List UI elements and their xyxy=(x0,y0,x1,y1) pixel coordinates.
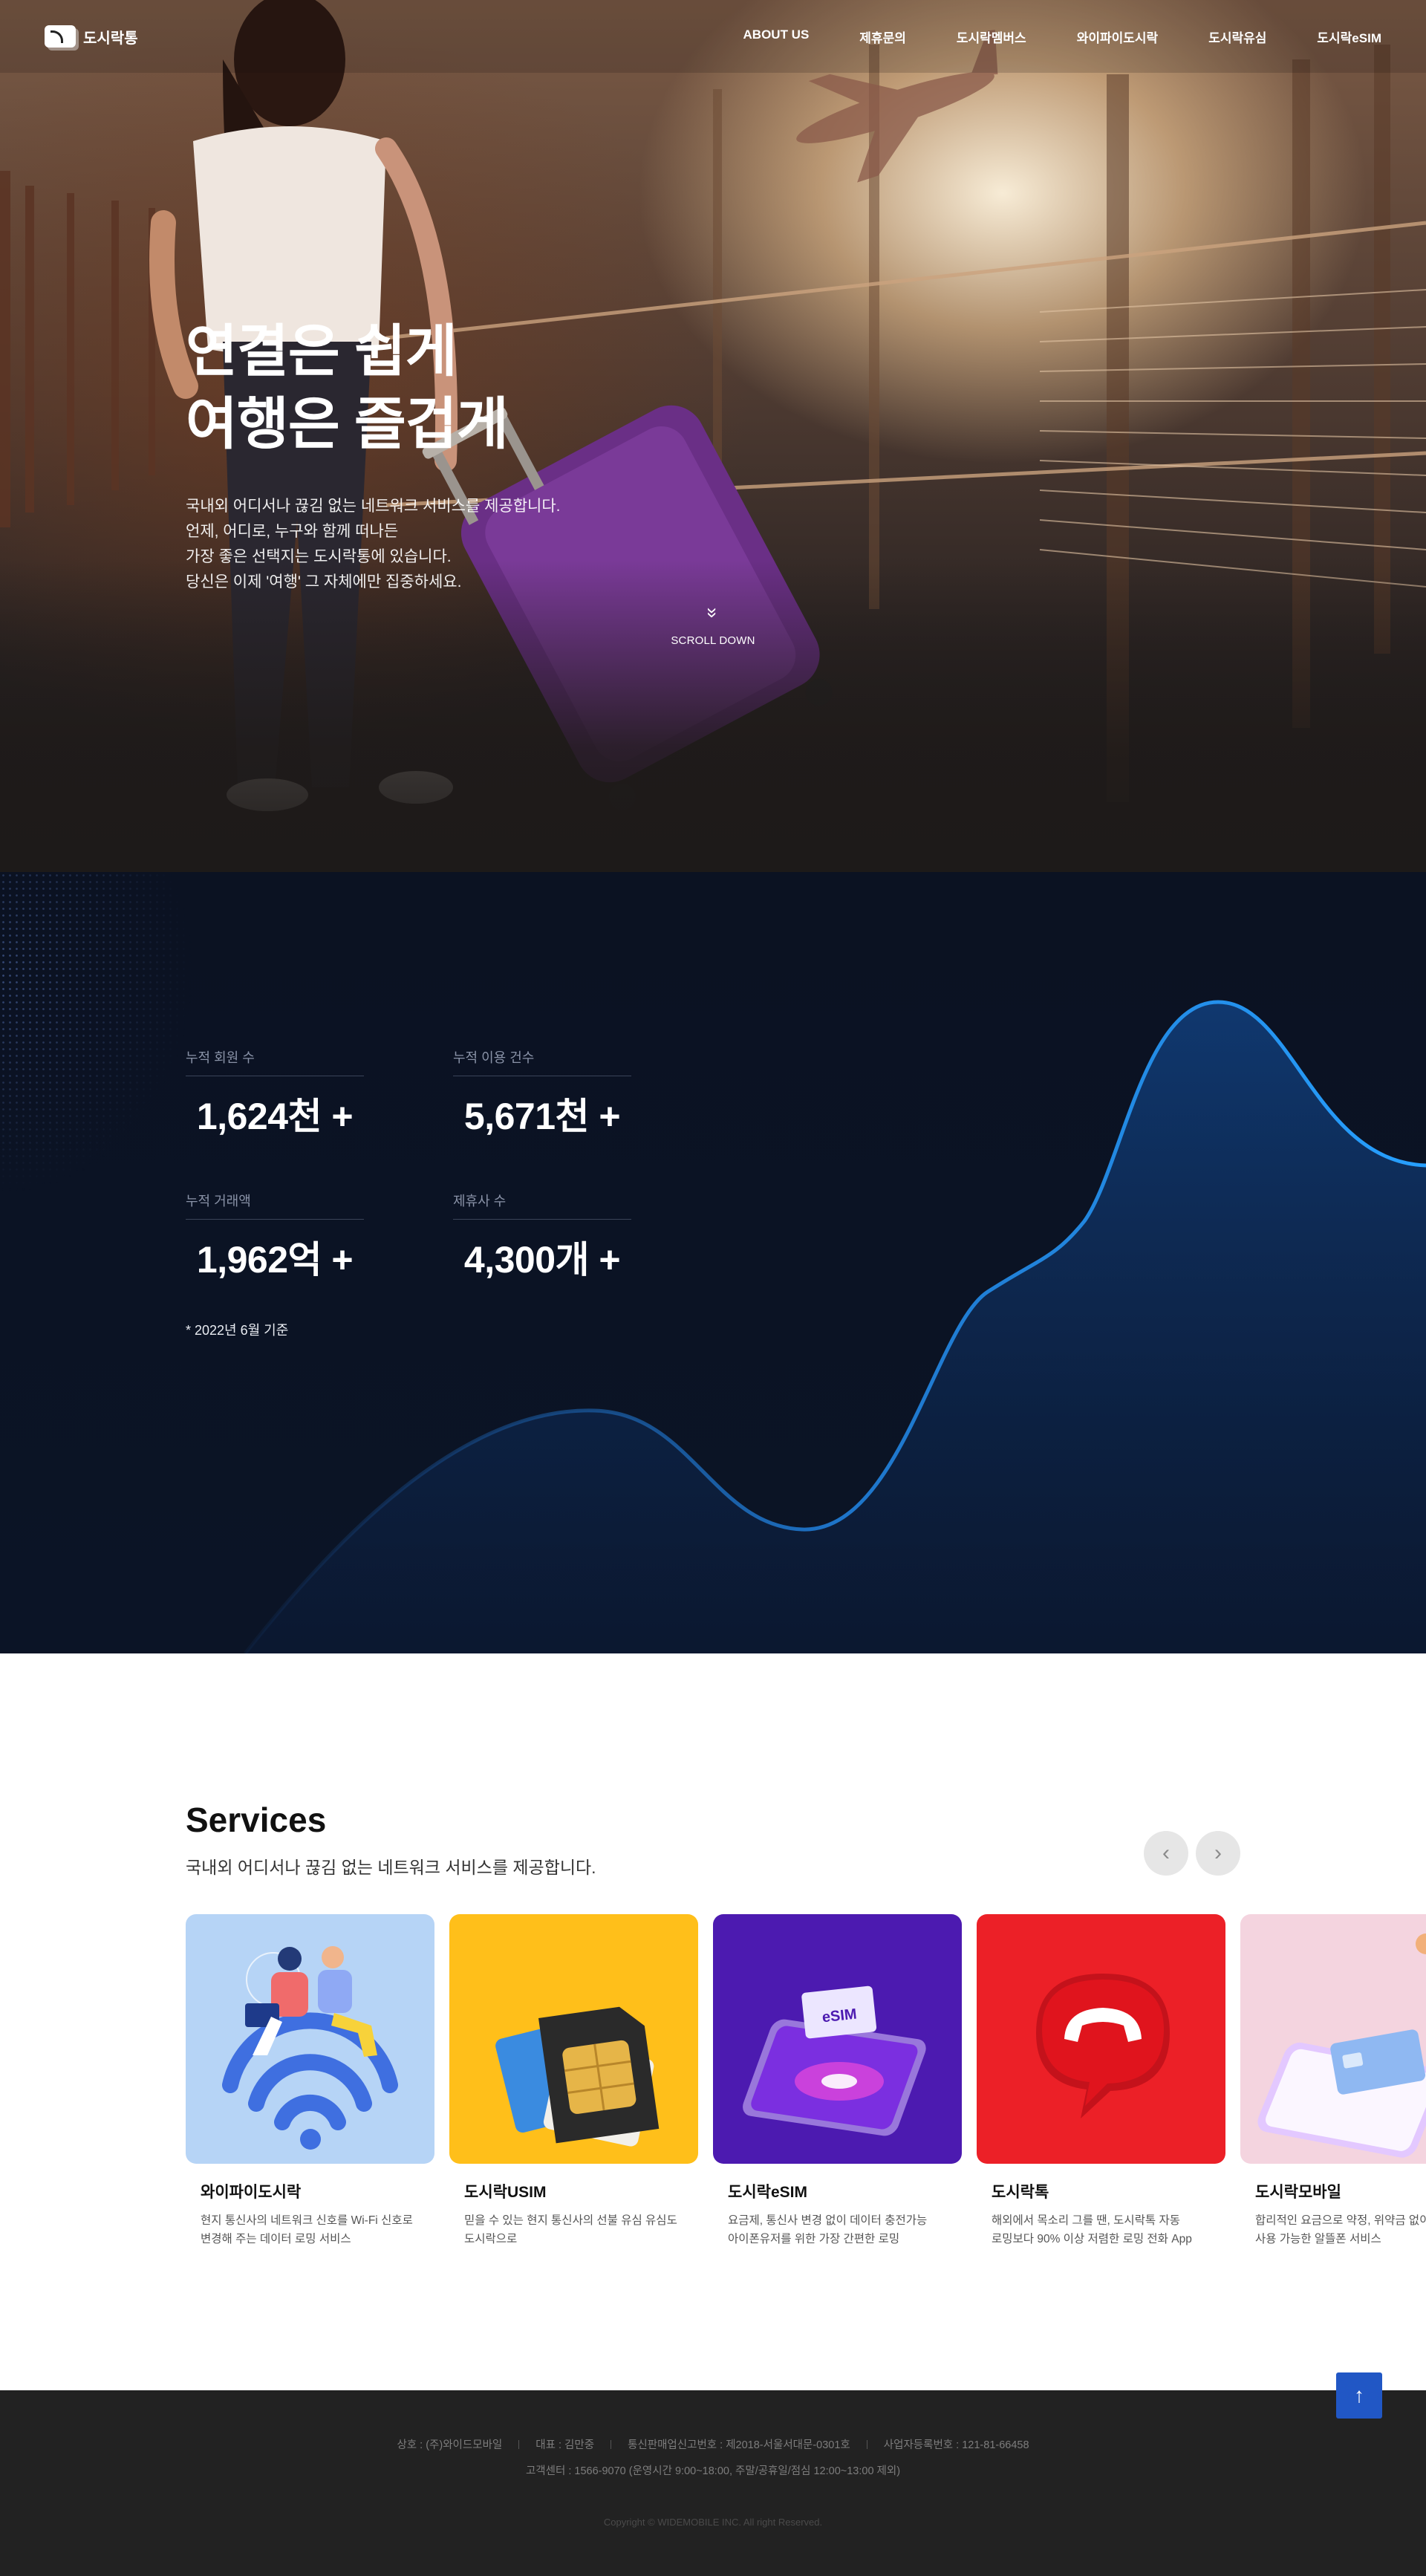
stat-value: 1,962억 + xyxy=(196,1239,354,1281)
service-card-title: 도시락톡 xyxy=(992,2184,1049,2201)
service-card-desc-line: 사용 가능한 알뜰폰 서비스 xyxy=(1255,2233,1381,2245)
service-card-esim[interactable]: eSIM 도시락eSIM 요금제, 통신사 변경 없이 데이터 충전가능 아이폰… xyxy=(713,1914,962,2248)
services-carousel-controls: ‹ › xyxy=(1144,1831,1240,1876)
footer-company-name: 상호 : (주)와이드모바일 xyxy=(397,2439,503,2451)
footer-support: 고객센터 : 1566-9070 (운영시간 9:00~18:00, 주말/공휴… xyxy=(525,2465,901,2477)
service-card-desc: 현지 통신사의 네트워크 신호를 Wi-Fi 신호로 변경해 주는 데이터 로밍… xyxy=(186,2211,434,2248)
service-card-desc: 믿을 수 있는 현지 통신사의 선불 유심 유심도 도시락으로 xyxy=(449,2211,698,2248)
service-card-desc: 합리적인 요금으로 약정, 위약금 없이 사용 가능한 알뜰폰 서비스 xyxy=(1240,2211,1426,2248)
hero-copy: 연결은 쉽게 여행은 즐겁게 국내외 어디서나 끊김 없는 네트워크 서비스를 … xyxy=(186,316,561,595)
scroll-down-button[interactable]: » SCROLL DOWN xyxy=(671,608,755,647)
hero-headline: 연결은 쉽게 여행은 즐겁게 xyxy=(186,316,561,461)
stat-transactions: 누적 거래액 1,962억 + xyxy=(186,1191,364,1284)
nav-item-wifi-dosirak[interactable]: 와이파이도시락 xyxy=(1077,27,1158,46)
footer-ceo: 대표 : 김만중 xyxy=(535,2439,595,2451)
service-card-desc: 해외에서 목소리 그를 땐, 도시락톡 자동 로밍보다 90% 이상 저렴한 로… xyxy=(977,2211,1225,2248)
carousel-prev-button[interactable]: ‹ xyxy=(1144,1831,1188,1876)
services-carousel: 와이파이도시락 현지 통신사의 네트워크 신호를 Wi-Fi 신호로 변경해 주… xyxy=(186,1914,1426,2248)
brand-name: 도시락통 xyxy=(83,30,138,47)
stat-value: 5,671천 + xyxy=(463,1096,621,1137)
service-card-title: 도시락eSIM xyxy=(728,2184,807,2201)
nav-item-esim[interactable]: 도시락eSIM xyxy=(1317,27,1381,46)
stat-label: 누적 이용 건수 xyxy=(453,1047,631,1076)
nav-item-partnership[interactable]: 제휴문의 xyxy=(859,27,906,46)
footer-biz-reg: 사업자등록번호 : 121-81-66458 xyxy=(883,2439,1029,2451)
brand-logo[interactable]: 도시락통 xyxy=(45,25,138,48)
stat-label: 누적 거래액 xyxy=(186,1191,364,1220)
service-card-wifi[interactable]: 와이파이도시락 현지 통신사의 네트워크 신호를 Wi-Fi 신호로 변경해 주… xyxy=(186,1914,434,2248)
carousel-next-button[interactable]: › xyxy=(1196,1831,1240,1876)
service-card-desc: 요금제, 통신사 변경 없이 데이터 충전가능 아이폰유저를 위한 가장 간편한… xyxy=(713,2211,962,2248)
site-footer: ↑ 상호 : (주)와이드모바일 대표 : 김만중 통신판매업신고번호 : 제201… xyxy=(0,2372,1426,2576)
service-card-title: 와이파이도시락 xyxy=(201,2184,302,2201)
service-card-desc-line: 합리적인 요금으로 약정, 위약금 없이 xyxy=(1255,2214,1426,2227)
service-card-desc-line: 변경해 주는 데이터 로밍 서비스 xyxy=(201,2233,351,2245)
top-navigation: 도시락통 ABOUT US 제휴문의 도시락멤버스 와이파이도시락 도시락유심 … xyxy=(0,0,1426,73)
footer-telecom-reg: 통신판매업신고번호 : 제2018-서울서대문-0301호 xyxy=(628,2439,850,2451)
hero-headline-line-1: 연결은 쉽게 xyxy=(186,320,458,383)
hero-desc-line: 당신은 이제 '여행' 그 자체에만 집중하세요. xyxy=(186,573,462,591)
hero-desc-line: 국내외 어디서나 끊김 없는 네트워크 서비스를 제공합니다. xyxy=(186,498,561,515)
sim-card-illustration xyxy=(449,1914,698,2164)
main-menu: ABOUT US 제휴문의 도시락멤버스 와이파이도시락 도시락유심 도시락eS… xyxy=(743,27,1381,46)
mobile-payment-illustration xyxy=(1240,1914,1426,2164)
chevron-right-icon: › xyxy=(1214,1841,1222,1865)
footer-divider xyxy=(518,2440,520,2449)
stat-partners: 제휴사 수 4,300개 + xyxy=(453,1191,631,1284)
service-card-mobile[interactable]: 도시락모바일 합리적인 요금으로 약정, 위약금 없이 사용 가능한 알뜰폰 서… xyxy=(1240,1914,1426,2248)
arrow-up-icon: ↑ xyxy=(1354,2384,1364,2407)
service-card-desc-line: 아이폰유저를 위한 가장 간편한 로밍 xyxy=(728,2233,900,2245)
service-card-title: 도시락USIM xyxy=(464,2184,547,2201)
footer-copyright: Copyright © WIDEMOBILE INC. All right Re… xyxy=(603,2517,823,2528)
nav-item-members[interactable]: 도시락멤버스 xyxy=(957,27,1026,46)
stats-section: 누적 회원 수 1,624천 + 누적 이용 건수 5,671천 + 누적 거래… xyxy=(0,872,1426,1653)
footer-company-info: 상호 : (주)와이드모바일 대표 : 김만중 통신판매업신고번호 : 제2018-… xyxy=(0,2390,1426,2452)
stat-value: 1,624천 + xyxy=(196,1096,354,1137)
stat-usage: 누적 이용 건수 5,671천 + xyxy=(453,1047,631,1140)
back-to-top-button[interactable]: ↑ xyxy=(1336,2372,1382,2419)
hero-description: 국내외 어디서나 끊김 없는 네트워크 서비스를 제공합니다. 언제, 어디로,… xyxy=(186,494,561,595)
chevron-left-icon: ‹ xyxy=(1162,1841,1170,1865)
nav-item-about-us[interactable]: ABOUT US xyxy=(743,27,810,46)
esim-illustration: eSIM xyxy=(713,1914,962,2164)
stat-label: 제휴사 수 xyxy=(453,1191,631,1220)
double-chevron-down-icon: » xyxy=(702,607,724,619)
phone-bubble-illustration xyxy=(977,1914,1225,2164)
service-card-desc-line: 요금제, 통신사 변경 없이 데이터 충전가능 xyxy=(728,2214,928,2227)
service-card-desc-line: 현지 통신사의 네트워크 신호를 Wi-Fi 신호로 xyxy=(201,2214,413,2227)
stats-grid: 누적 회원 수 1,624천 + 누적 이용 건수 5,671천 + 누적 거래… xyxy=(186,1047,631,1284)
hero-desc-line: 언제, 어디로, 누구와 함께 떠나든 xyxy=(186,523,399,540)
service-card-talk[interactable]: 도시락톡 해외에서 목소리 그를 땐, 도시락톡 자동 로밍보다 90% 이상 … xyxy=(977,1914,1225,2248)
service-card-desc-line: 도시락으로 xyxy=(464,2233,518,2245)
stats-footnote: * 2022년 6월 기준 xyxy=(186,1323,289,1338)
services-section: Services 국내외 어디서나 끊김 없는 네트워크 서비스를 제공합니다.… xyxy=(0,1653,1426,2390)
service-card-desc-line: 해외에서 목소리 그를 땐, 도시락톡 자동 xyxy=(992,2214,1180,2227)
services-subtitle: 국내외 어디서나 끊김 없는 네트워크 서비스를 제공합니다. xyxy=(186,1858,596,1877)
hero-desc-line: 가장 좋은 선택지는 도시락통에 있습니다. xyxy=(186,548,452,565)
stat-value: 4,300개 + xyxy=(463,1239,621,1281)
logo-icon xyxy=(45,25,76,48)
hero-headline-line-2: 여행은 즐겁게 xyxy=(186,393,509,456)
nav-item-usim[interactable]: 도시락유심 xyxy=(1208,27,1266,46)
service-card-desc-line: 로밍보다 90% 이상 저렴한 로밍 전화 App xyxy=(992,2233,1192,2245)
stat-members: 누적 회원 수 1,624천 + xyxy=(186,1047,364,1140)
service-card-usim[interactable]: 도시락USIM 믿을 수 있는 현지 통신사의 선불 유심 유심도 도시락으로 xyxy=(449,1914,698,2248)
service-card-title: 도시락모바일 xyxy=(1255,2184,1341,2201)
services-title: Services xyxy=(186,1801,327,1839)
service-card-desc-line: 믿을 수 있는 현지 통신사의 선불 유심 유심도 xyxy=(464,2214,677,2227)
wifi-illustration xyxy=(186,1914,434,2164)
stat-label: 누적 회원 수 xyxy=(186,1047,364,1076)
hero-section: 도시락통 ABOUT US 제휴문의 도시락멤버스 와이파이도시락 도시락유심 … xyxy=(0,0,1426,872)
